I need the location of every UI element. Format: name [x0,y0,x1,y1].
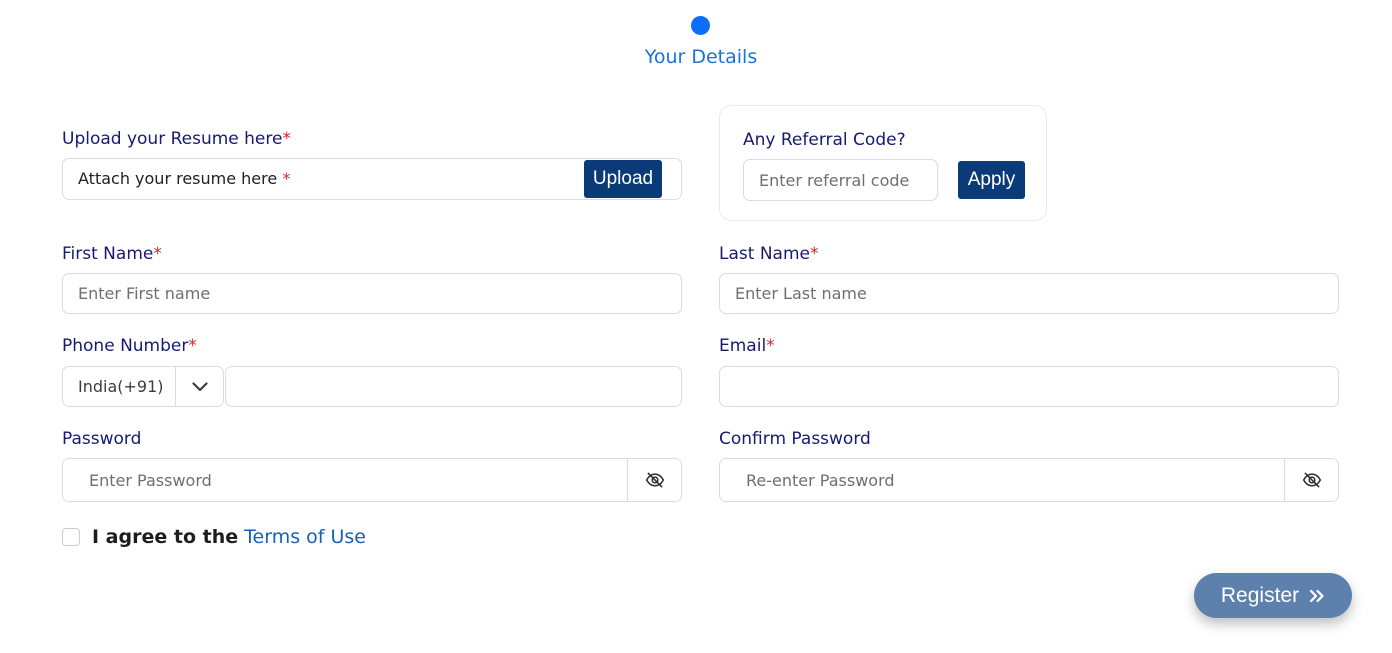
password-label: Password [62,429,142,449]
register-label: Register [1220,583,1300,607]
resume-label: Upload your Resume here* [62,129,291,149]
country-code-select[interactable]: India(+91) [62,366,224,407]
eye-off-icon [1302,472,1321,488]
apply-button[interactable]: Apply [958,161,1025,199]
confirm-password-label: Confirm Password [719,429,871,449]
phone-label: Phone Number* [62,336,197,356]
password-input[interactable] [89,459,619,501]
register-button[interactable]: Register [1194,573,1352,618]
referral-code-field[interactable] [743,159,938,201]
upload-button[interactable]: Upload [584,160,662,198]
email-field[interactable] [719,366,1339,407]
resume-upload-field[interactable]: Attach your resume here * Upload [62,158,682,200]
confirm-password-input[interactable] [746,459,1276,501]
referral-card: Any Referral Code? Apply [719,105,1047,221]
confirm-password-field[interactable] [719,458,1339,502]
first-name-input[interactable] [78,274,668,313]
resume-attach-text: Attach your resume here * [78,169,291,188]
referral-code-input[interactable] [759,160,929,200]
phone-number-field[interactable] [225,366,682,407]
email-input[interactable] [735,367,1325,406]
eye-off-icon [645,472,664,488]
terms-of-use-link[interactable]: Terms of Use [244,526,366,548]
phone-number-input[interactable] [238,367,668,406]
confirm-password-visibility-toggle[interactable] [1284,459,1338,501]
country-code-value: India(+91) [78,377,164,396]
double-chevron-right-icon [1309,589,1324,602]
step-indicator-dot [691,16,710,35]
first-name-label: First Name* [62,244,162,264]
last-name-label: Last Name* [719,244,819,264]
terms-checkbox[interactable] [62,528,80,546]
last-name-input[interactable] [735,274,1325,313]
chevron-down-icon[interactable] [176,367,224,406]
last-name-field[interactable] [719,273,1339,314]
terms-agreement: I agree to the Terms of Use [92,526,366,548]
step-title: Your Details [644,46,758,68]
first-name-field[interactable] [62,273,682,314]
referral-label: Any Referral Code? [743,130,906,150]
password-field[interactable] [62,458,682,502]
email-label: Email* [719,336,775,356]
password-visibility-toggle[interactable] [627,459,681,501]
